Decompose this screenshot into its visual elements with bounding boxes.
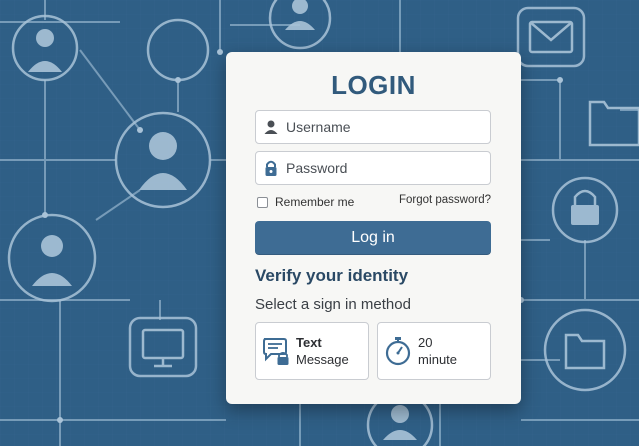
timer-method-button[interactable]: 20 minute [377, 322, 491, 380]
remember-me[interactable]: Remember me [257, 195, 354, 209]
method-timer-line2: minute [418, 352, 458, 367]
remember-checkbox[interactable] [257, 196, 268, 208]
lock-icon [256, 159, 286, 177]
username-input[interactable] [286, 119, 490, 135]
person-icon [256, 119, 286, 135]
forgot-password-link[interactable]: Forgot password? [399, 194, 491, 206]
method-text-line1: Text [296, 335, 322, 350]
method-text-line2: Message [296, 352, 349, 367]
remember-label: Remember me [275, 195, 355, 209]
username-field[interactable] [255, 110, 491, 144]
password-input[interactable] [286, 160, 490, 176]
verify-heading: Verify your identity [255, 266, 409, 285]
login-title: LOGIN [331, 70, 416, 100]
text-message-method-button[interactable]: Text Message [255, 322, 369, 380]
stopwatch-icon [378, 336, 418, 366]
sign-in-method-label: Select a sign in method [255, 296, 411, 313]
password-field[interactable] [255, 151, 491, 185]
login-button[interactable]: Log in [255, 221, 491, 255]
login-card: LOGIN Remember me Forgot password? Log i… [226, 52, 521, 404]
chat-lock-icon [256, 336, 296, 366]
method-timer-line1: 20 [418, 335, 433, 350]
